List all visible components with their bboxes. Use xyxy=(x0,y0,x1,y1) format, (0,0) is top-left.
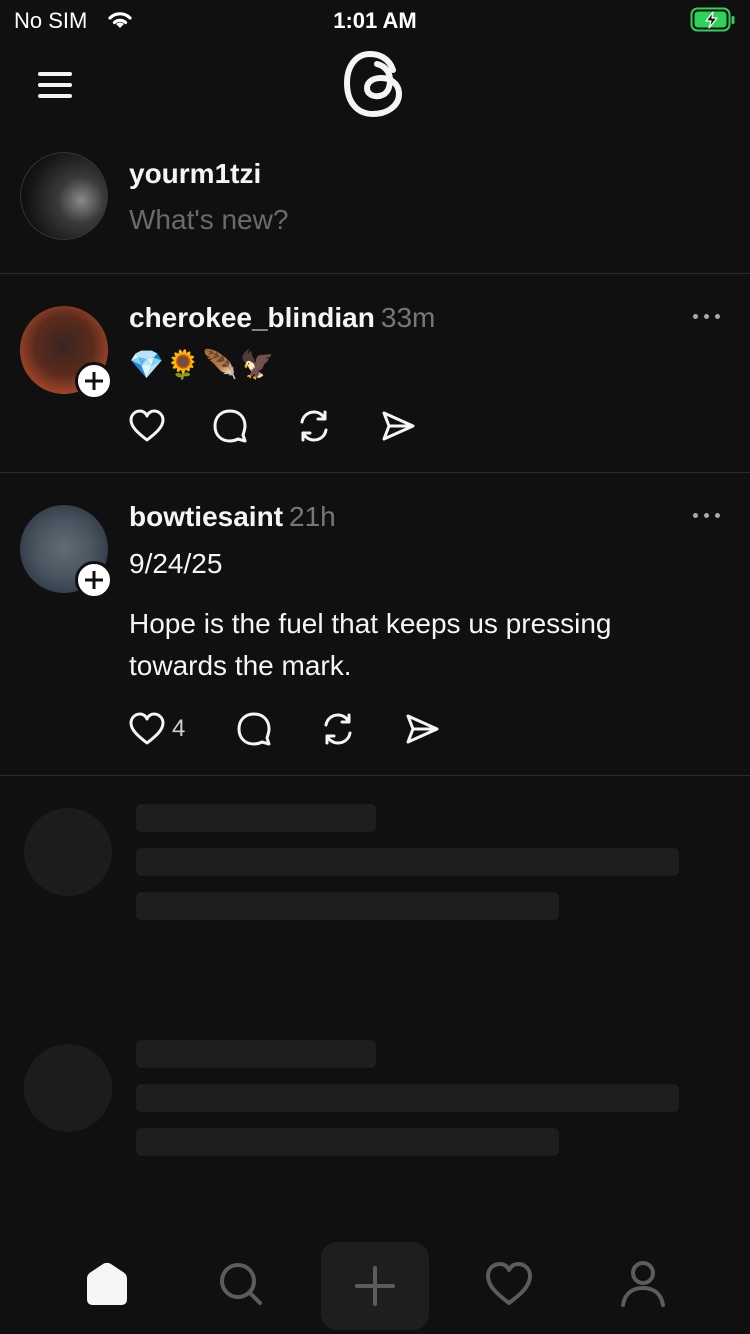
status-bar: No SIM 1:01 AM xyxy=(0,0,750,40)
activity-icon xyxy=(486,1262,532,1305)
skeleton-line xyxy=(136,1084,679,1112)
post-username[interactable]: bowtiesaint xyxy=(129,501,283,532)
share-icon xyxy=(406,714,439,744)
share-button[interactable] xyxy=(404,709,464,749)
composer-input[interactable]: What's new? xyxy=(129,204,288,236)
like-button[interactable]: 4 xyxy=(128,709,236,749)
avatar[interactable] xyxy=(20,152,108,240)
repost-button[interactable] xyxy=(296,406,380,446)
reply-button[interactable] xyxy=(236,709,320,749)
profile-icon xyxy=(621,1261,665,1307)
tab-compose[interactable] xyxy=(321,1242,429,1330)
skeleton-line xyxy=(136,804,376,832)
follow-plus-icon[interactable] xyxy=(75,362,113,400)
composer-username: yourm1tzi xyxy=(129,158,262,189)
share-button[interactable] xyxy=(380,406,440,446)
post[interactable]: cherokee_blindian 33m 💎🌻🪶🦅 xyxy=(0,274,750,473)
heart-icon xyxy=(129,712,165,745)
skeleton-line xyxy=(136,892,559,920)
follow-plus-icon[interactable] xyxy=(75,561,113,599)
comment-icon xyxy=(237,712,271,746)
tab-activity[interactable] xyxy=(455,1240,563,1328)
threads-logo-icon[interactable] xyxy=(343,50,405,125)
post-timestamp: 33m xyxy=(380,302,436,333)
post-timestamp: 21h xyxy=(289,501,336,532)
composer[interactable]: yourm1tzi What's new? xyxy=(0,140,750,274)
post-actions xyxy=(128,406,440,446)
post-text: 💎🌻🪶🦅 xyxy=(129,349,277,380)
skeleton-avatar xyxy=(24,1044,112,1132)
clock: 1:01 AM xyxy=(333,8,417,33)
repost-button[interactable] xyxy=(320,709,404,749)
reply-button[interactable] xyxy=(212,406,296,446)
search-icon xyxy=(220,1263,262,1305)
post-date-line: 9/24/25 xyxy=(129,548,223,579)
tab-profile[interactable] xyxy=(589,1240,697,1328)
post-text: Hope is the fuel that keeps us pressing … xyxy=(129,608,612,681)
skeleton-line xyxy=(136,1128,559,1156)
more-options-icon[interactable] xyxy=(693,513,720,518)
hamburger-menu-icon[interactable] xyxy=(36,70,76,100)
post-username[interactable]: cherokee_blindian xyxy=(129,302,375,333)
post-actions: 4 xyxy=(128,709,464,749)
skeleton-line xyxy=(136,1040,376,1068)
home-icon xyxy=(87,1262,127,1305)
tab-bar xyxy=(0,1238,750,1334)
skeleton-line xyxy=(136,848,679,876)
battery-charging-icon xyxy=(690,7,736,38)
like-button[interactable] xyxy=(128,406,212,446)
repost-icon xyxy=(324,713,352,745)
tab-home[interactable] xyxy=(53,1240,161,1328)
tab-search[interactable] xyxy=(187,1240,295,1328)
share-icon xyxy=(382,411,415,441)
skeleton-avatar xyxy=(24,808,112,896)
comment-icon xyxy=(213,409,247,443)
heart-icon xyxy=(129,409,165,442)
like-count: 4 xyxy=(172,715,186,742)
post[interactable]: bowtiesaint 21h 9/24/25 Hope is the fuel … xyxy=(0,473,750,776)
repost-icon xyxy=(300,410,328,442)
more-options-icon[interactable] xyxy=(693,314,720,319)
compose-icon xyxy=(355,1266,395,1306)
